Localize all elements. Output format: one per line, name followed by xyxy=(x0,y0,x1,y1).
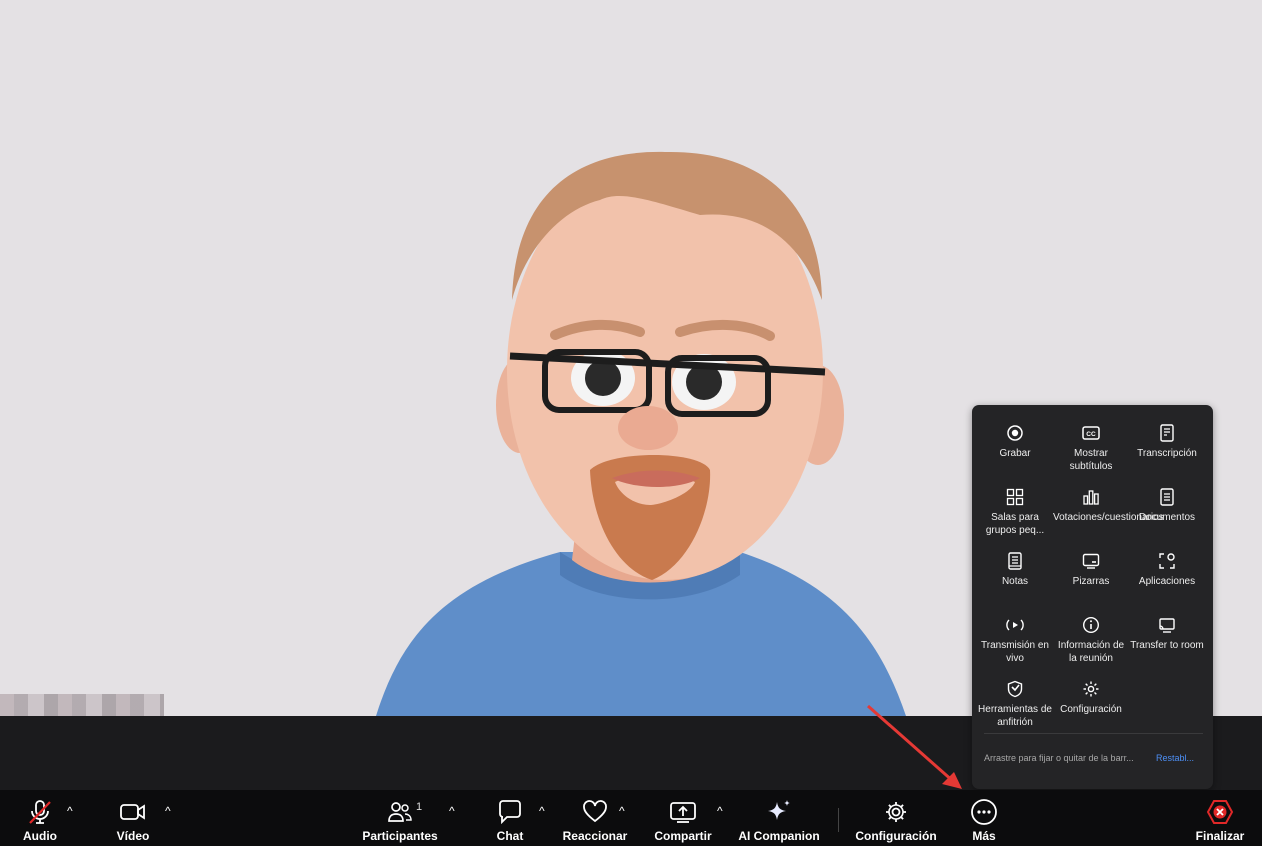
menu-item-captions[interactable]: CC Mostrar subtítulos xyxy=(1053,423,1129,473)
reset-toolbar-link[interactable]: Restabl... xyxy=(1156,753,1194,763)
react-label: Reaccionar xyxy=(562,829,628,843)
participants-options-caret[interactable]: ^ xyxy=(449,804,455,818)
menu-item-transcript[interactable]: Transcripción xyxy=(1129,423,1205,460)
chat-options-caret[interactable]: ^ xyxy=(539,804,545,818)
gear-icon xyxy=(886,802,906,822)
chat-bubble-icon xyxy=(499,800,521,824)
record-icon xyxy=(1007,425,1023,441)
live-stream-icon xyxy=(1006,619,1024,631)
menu-item-label: Mostrar subtítulos xyxy=(1069,448,1113,472)
video-button[interactable]: Vídeo xyxy=(108,790,158,846)
menu-item-live-stream[interactable]: Transmisión en vivo xyxy=(977,615,1053,665)
menu-item-breakout-rooms[interactable]: Salas para grupos peq... xyxy=(977,487,1053,537)
menu-item-record[interactable]: Grabar xyxy=(977,423,1053,460)
more-options-icon xyxy=(971,799,997,825)
documents-icon xyxy=(1160,488,1174,506)
menu-item-host-tools[interactable]: Herramientas de anfitrión xyxy=(977,679,1053,729)
end-label: Finalizar xyxy=(1195,829,1245,843)
svg-text:CC: CC xyxy=(1086,431,1096,438)
audio-options-caret[interactable]: ^ xyxy=(67,804,73,818)
more-label: Más xyxy=(972,829,996,843)
share-label: Compartir xyxy=(654,829,712,843)
polls-icon xyxy=(1083,490,1099,505)
info-icon xyxy=(1082,616,1100,634)
participants-button[interactable]: Participantes xyxy=(362,790,438,846)
participants-label: Participantes xyxy=(362,829,438,843)
transcript-icon xyxy=(1160,424,1174,442)
menu-item-polls[interactable]: Votaciones/cuestionarios xyxy=(1053,487,1164,524)
host-tools-icon xyxy=(1007,680,1023,698)
menu-footer-hint: Arrastre para fijar o quitar de la barr.… xyxy=(984,753,1134,763)
meeting-toolbar: Audio ^ Vídeo ^ Participantes 1 ^ Chat ^… xyxy=(0,790,1262,846)
menu-item-label: Salas para grupos peq... xyxy=(985,512,1045,536)
end-call-icon xyxy=(1206,800,1234,824)
menu-item-label: Notas xyxy=(1001,576,1029,587)
notes-icon xyxy=(1008,552,1022,570)
menu-item-notes[interactable]: Notas xyxy=(977,551,1053,588)
muted-microphone-icon xyxy=(29,800,51,824)
menu-item-label: Herramientas de anfitrión xyxy=(978,704,1052,728)
menu-item-label: Información de la reunión xyxy=(1057,640,1125,664)
video-camera-icon xyxy=(120,804,145,820)
chat-button[interactable]: Chat xyxy=(490,790,530,846)
participants-icon xyxy=(388,802,412,822)
settings-label: Configuración xyxy=(855,829,937,843)
captions-icon: CC xyxy=(1082,426,1100,440)
share-button[interactable]: Compartir xyxy=(652,790,714,846)
share-options-caret[interactable]: ^ xyxy=(717,804,723,818)
menu-item-label: Votaciones/cuestionarios xyxy=(1053,512,1164,523)
menu-item-label: Grabar xyxy=(999,448,1031,459)
settings-button[interactable]: Configuración xyxy=(855,790,937,846)
react-button[interactable]: Reaccionar xyxy=(562,790,628,846)
menu-item-documents[interactable]: Documentos xyxy=(1129,487,1205,524)
sparkle-icon xyxy=(768,800,790,820)
menu-item-label: Configuración xyxy=(1060,704,1122,715)
audio-button[interactable]: Audio xyxy=(16,790,64,846)
menu-item-label: Transcripción xyxy=(1137,448,1197,459)
chat-label: Chat xyxy=(496,829,524,843)
participants-count: 1 xyxy=(416,801,423,813)
more-menu-popup: Grabar CC Mostrar subtítulos Transcripci… xyxy=(972,405,1213,789)
transfer-room-icon xyxy=(1159,618,1175,633)
more-button[interactable]: Más xyxy=(962,790,1006,846)
whiteboard-icon xyxy=(1082,553,1100,569)
end-meeting-button[interactable]: Finalizar xyxy=(1194,790,1246,846)
video-options-caret[interactable]: ^ xyxy=(165,804,171,818)
toolbar-divider xyxy=(838,808,839,832)
apps-icon xyxy=(1159,553,1175,569)
audio-label: Audio xyxy=(23,829,57,843)
react-options-caret[interactable]: ^ xyxy=(619,804,625,818)
breakout-rooms-icon xyxy=(1006,488,1024,506)
menu-item-label: Transfer to room xyxy=(1130,640,1204,651)
video-label: Vídeo xyxy=(116,829,150,843)
menu-item-settings[interactable]: Configuración xyxy=(1053,679,1129,716)
ai-companion-label: AI Companion xyxy=(738,829,820,843)
participant-name-tag-blurred xyxy=(0,694,164,716)
menu-item-whiteboard[interactable]: Pizarras xyxy=(1053,551,1129,588)
menu-item-transfer-room[interactable]: Transfer to room xyxy=(1129,615,1205,652)
heart-icon xyxy=(583,800,607,823)
menu-item-meeting-info[interactable]: Información de la reunión xyxy=(1053,615,1129,665)
menu-item-label: Aplicaciones xyxy=(1138,576,1196,587)
menu-divider xyxy=(984,733,1203,734)
menu-item-label: Transmisión en vivo xyxy=(981,640,1049,664)
menu-item-label: Documentos xyxy=(1138,512,1196,523)
menu-item-label: Pizarras xyxy=(1072,576,1110,587)
menu-item-apps[interactable]: Aplicaciones xyxy=(1129,551,1205,588)
ai-companion-button[interactable]: AI Companion xyxy=(738,790,820,846)
gear-icon xyxy=(1083,681,1099,697)
share-screen-icon xyxy=(670,802,696,823)
